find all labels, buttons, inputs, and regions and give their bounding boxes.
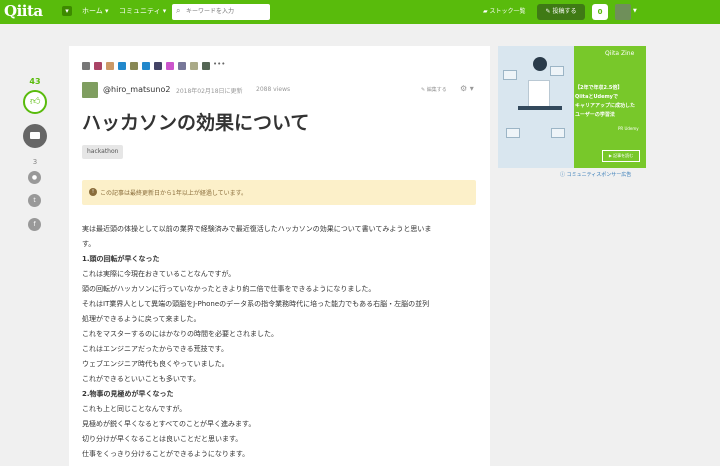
top-header: Qiita ▾ ホーム ▾ コミュニティ ▾ ⌕ ▰ ストック一覧 ✎ 投稿する… [0, 0, 720, 24]
liker-avatar[interactable] [130, 62, 138, 70]
ad-brand: Qiita Zine [605, 50, 635, 57]
body-line: 見極めが鋭く早くなるとすべてのことが早く進みます。 [82, 420, 256, 428]
like-count: 43 [29, 77, 41, 86]
body-line: これができるといいことも多いです。 [82, 375, 200, 383]
body-line: これはエンジニアだったからできる荒技です。 [82, 345, 228, 353]
body-line: それはIT業界人として異端の頭脳をJ-Phoneのデータ系の指令業務時代に培った… [82, 300, 430, 308]
thumbs-up-icon: 👍︎ [30, 96, 41, 107]
outdated-warning: ! この記事は最終更新日から1年以上が経過しています。 [82, 180, 476, 205]
body-line: す。 [82, 240, 96, 248]
search-icon: ⌕ [176, 6, 181, 15]
body-line: 頭の回転がハッカソンに行っていなかったときより約二倍で仕事をできるようになりまし… [82, 285, 376, 293]
updated-date: 2018年02月18日に更新 [176, 88, 243, 95]
post-button-label: 投稿する [552, 8, 577, 15]
stock-list-link[interactable]: ▰ ストック一覧 [483, 6, 526, 15]
comment-icon: ● [31, 174, 38, 181]
comment-count: 3 [32, 158, 38, 166]
liker-avatar[interactable] [190, 62, 198, 70]
ad-headline: ユーザーの学習法 [575, 112, 615, 118]
logo-dropdown-icon[interactable]: ▾ [62, 6, 72, 16]
notification-count[interactable]: 0 [592, 4, 608, 20]
warning-text: この記事は最終更新日から1年以上が経過しています。 [100, 190, 248, 197]
mail-icon [506, 128, 520, 138]
more-likers-icon[interactable]: ••• [213, 60, 225, 68]
folder-icon [30, 132, 40, 139]
user-avatar[interactable] [615, 4, 631, 20]
edit-request-label: 編集する [426, 87, 447, 93]
ad-headline: QiitaとUdemyで [575, 94, 618, 100]
mail-icon [503, 70, 517, 80]
comment-button[interactable]: ● [28, 171, 41, 184]
body-line: これは実際に今現在おきていることなんですが。 [82, 270, 236, 278]
like-mini-icon [82, 62, 90, 70]
liker-avatar[interactable] [142, 62, 150, 70]
liker-avatar[interactable] [106, 62, 114, 70]
body-line: 実は最近頭の体操として以前の業界で経験済みで最近復活したハッカソンの効果について… [82, 225, 432, 233]
person-illustration [533, 57, 547, 71]
stock-button[interactable] [23, 124, 47, 148]
stock-list-label: ストック一覧 [489, 8, 526, 15]
warning-icon: ! [89, 188, 97, 196]
view-count: 2088 views [256, 86, 291, 93]
body-heading: 1.頭の回転が早くなった [82, 255, 160, 263]
author-name[interactable]: @hiro_matsuno2 [103, 85, 170, 94]
liker-avatar[interactable] [166, 62, 174, 70]
ad-headline: 【2年で年収2.5倍】 [575, 85, 623, 91]
chevron-down-icon[interactable]: ▼ [633, 8, 637, 14]
facebook-share-button[interactable]: f [28, 218, 41, 231]
liker-avatar[interactable] [178, 62, 186, 70]
mail-icon [550, 66, 564, 76]
nav-community[interactable]: コミュニティ ▾ [119, 6, 166, 16]
article-title: ハッカソンの効果について [82, 112, 310, 134]
desk-illustration [518, 106, 562, 110]
gear-icon[interactable]: ⚙ ▾ [460, 84, 474, 93]
sponsor-label: コミュニティスポンサー広告 [566, 172, 632, 178]
post-button[interactable]: ✎ 投稿する [537, 4, 585, 20]
twitter-share-button[interactable]: t [28, 194, 41, 207]
tag-hackathon[interactable]: hackathon [82, 145, 124, 159]
twitter-icon: t [33, 197, 36, 204]
liker-avatar[interactable] [154, 62, 162, 70]
liker-avatar[interactable] [202, 62, 210, 70]
body-line: ウェブエンジニア時代も良くやっていました。 [82, 360, 229, 368]
person-body-illustration [528, 80, 550, 108]
body-line: 処理ができるように戻って来ました。 [82, 315, 201, 323]
facebook-icon: f [33, 221, 36, 228]
ad-pr-label: PR Udemy [618, 126, 639, 131]
ad-headline: キャリアアップに成功した [575, 103, 636, 109]
liker-avatar[interactable] [94, 62, 102, 70]
body-line: 仕事をくっきり分けることができるようになります。 [82, 450, 250, 458]
sponsor-link[interactable]: ⓘ コミュニティスポンサー広告 [560, 171, 631, 178]
edit-request-link[interactable]: ✎ 編集する [421, 86, 447, 93]
like-button[interactable]: 👍︎ [23, 90, 47, 114]
search-input[interactable] [186, 6, 266, 18]
body-heading: 2.物事の見極めが早くなった [82, 390, 174, 398]
mail-icon [551, 128, 565, 138]
ad-read-button[interactable]: ▶ 記事を読む [602, 150, 640, 162]
body-line: 切り分けが早くなることは良いことだと思います。 [82, 435, 243, 443]
liker-avatar[interactable] [118, 62, 126, 70]
qiita-logo[interactable]: Qiita [4, 2, 43, 20]
search-box[interactable]: ⌕ [172, 4, 270, 20]
author-avatar[interactable] [82, 82, 98, 98]
body-line: これも上と同じことなんですが。 [82, 405, 187, 413]
body-line: これをマスターするのにはかなりの時間を必要とされました。 [82, 330, 278, 338]
nav-home[interactable]: ホーム ▾ [82, 6, 109, 16]
